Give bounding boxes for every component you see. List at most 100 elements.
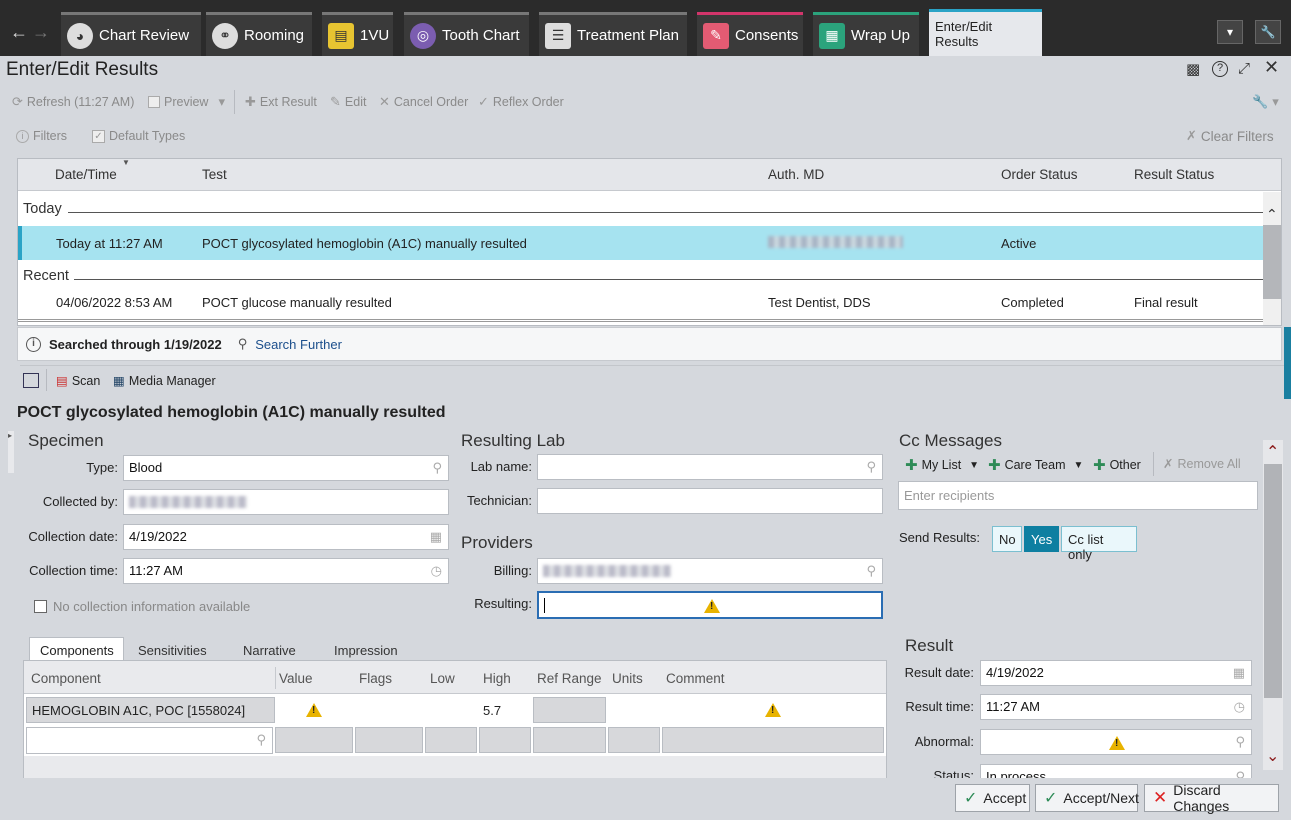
side-panel-handle[interactable] [1284,327,1291,399]
accept-next-button[interactable]: ✓ Accept/Next [1035,784,1139,812]
refresh-button[interactable]: ⟳ Refresh (11:27 AM) [12,94,134,110]
edit-button[interactable]: ✎ Edit [330,94,366,110]
tab-1vu[interactable]: ▤ 1VU [322,12,393,56]
sidebar-toggle-icon[interactable] [23,373,39,388]
tab-narrative[interactable]: Narrative [243,643,296,658]
col-date-time[interactable]: Date/Time [55,167,117,182]
clapperboard-icon[interactable]: ▩ [1186,60,1200,78]
discard-changes-button[interactable]: ✕ Discard Changes [1144,782,1279,814]
send-yes-button[interactable]: Yes [1024,526,1059,552]
billing-field[interactable]: ⚲ [537,558,883,584]
empty-cell[interactable] [425,727,477,753]
col-result-status[interactable]: Result Status [1134,167,1214,182]
search-icon[interactable]: ⚲ [256,732,266,748]
empty-cell[interactable] [533,727,606,753]
tab-wrap-up[interactable]: ▦ Wrap Up [813,12,919,56]
component-name-cell[interactable]: HEMOGLOBIN A1C, POC [1558024] [26,697,275,723]
recipients-input[interactable]: Enter recipients [898,481,1258,510]
tab-tooth-chart[interactable]: ◎ Tooth Chart [404,12,529,56]
tab-impression[interactable]: Impression [334,643,398,658]
resulting-field[interactable] [537,591,883,619]
clock-icon[interactable]: ◷ [431,563,442,579]
discard-changes-label: Discard Changes [1173,782,1230,814]
result-header: Result [905,636,954,655]
tab-enter-edit-results[interactable]: Enter/Edit Results [929,9,1042,56]
empty-cell[interactable] [662,727,884,753]
calendar-icon[interactable]: ▦ [430,529,442,545]
tab-rooming[interactable]: ⚭ Rooming [206,12,312,56]
col-order-status[interactable]: Order Status [1001,167,1078,182]
empty-cell[interactable] [275,727,353,753]
warning-icon [704,599,720,616]
collection-time-field[interactable]: 11:27 AM ◷ [123,558,449,584]
new-component-input[interactable]: ⚲ [26,727,273,754]
preview-button[interactable]: Preview ▾ [148,94,225,110]
remove-all-button[interactable]: ✗ Remove All [1163,456,1241,472]
col-test[interactable]: Test [202,167,227,182]
chevron-up-icon[interactable]: ⌃ [1266,206,1278,223]
collected-by-field[interactable] [123,489,449,515]
accept-button[interactable]: ✓ Accept [955,784,1030,812]
ext-result-button[interactable]: ✚ Ext Result [245,94,317,110]
default-types-toggle[interactable]: ✓ Default Types [92,129,185,143]
send-no-button[interactable]: No [992,526,1022,552]
collection-date-field[interactable]: 4/19/2022 ▦ [123,524,449,550]
search-icon[interactable]: ⚲ [432,460,442,476]
grid-scrollbar[interactable]: ⌃ [1263,192,1281,325]
detail-scrollbar[interactable]: ⌃ ⌄ [1263,440,1283,770]
toolbar-settings-button[interactable]: 🔧 ▾ [1252,94,1279,110]
col-low: Low [430,671,455,686]
table-row[interactable]: Today at 11:27 AM POCT glycosylated hemo… [18,226,1263,260]
scrollbar-thumb[interactable] [1264,464,1282,698]
expand-icon[interactable]: ⤢ [1238,60,1250,77]
ref-range-cell[interactable] [533,697,606,723]
wrench-icon[interactable]: 🔧 [1255,20,1281,44]
empty-cell[interactable] [355,727,423,753]
reflex-order-button[interactable]: ✓ Reflex Order [478,94,564,110]
high-value-cell[interactable]: 5.7 [483,703,501,718]
result-time-field[interactable]: 11:27 AM ◷ [980,694,1252,720]
chevron-up-icon[interactable]: ⌃ [1266,442,1279,462]
send-cc-only-button[interactable]: Cc list only [1061,526,1137,562]
col-flags: Flags [359,671,393,686]
scan-button[interactable]: ▤ Scan [56,373,100,389]
abnormal-field[interactable]: ⚲ [980,729,1252,755]
search-icon[interactable]: ⚲ [866,563,876,579]
tab-consents[interactable]: ✎ Consents [697,12,803,56]
col-auth-md[interactable]: Auth. MD [768,167,824,182]
row-order-status: Active [1001,236,1037,251]
help-icon[interactable]: ? [1212,61,1228,77]
search-icon[interactable]: ⚲ [866,459,876,475]
table-row[interactable]: 04/06/2022 8:53 AM POCT glucose manually… [18,285,1263,319]
technician-field[interactable] [537,488,883,514]
media-manager-button[interactable]: ▦ Media Manager [113,373,216,389]
search-icon[interactable]: ⚲ [1235,734,1245,750]
clear-filters-button[interactable]: ✗ Clear Filters [1186,128,1274,144]
close-icon[interactable]: ✕ [1264,57,1279,78]
care-team-button[interactable]: ✚ Care Team ▼ [988,456,1083,474]
empty-cell[interactable] [479,727,531,753]
back-arrow-icon[interactable]: ← [8,18,30,46]
tab-chart-review[interactable]: ◕ Chart Review [61,12,201,56]
other-button[interactable]: ✚ Other [1093,456,1141,474]
col-component: Component [31,671,101,686]
tab-treatment-plan[interactable]: ☰ Treatment Plan [539,12,687,56]
calendar-icon[interactable]: ▦ [1233,665,1245,681]
cancel-order-button[interactable]: ✕ Cancel Order [379,94,468,110]
scrollbar-thumb[interactable] [1263,225,1281,299]
no-collection-info-checkbox[interactable]: No collection information available [34,599,250,614]
tab-components[interactable]: Components [29,637,124,661]
collapse-handle[interactable]: ▸ [8,431,14,473]
forward-arrow-icon[interactable]: → [30,18,52,46]
filters-button[interactable]: i Filters [16,129,67,143]
type-field[interactable]: Blood ⚲ [123,455,449,481]
lab-name-field[interactable]: ⚲ [537,454,883,480]
chevron-down-icon[interactable]: ⌄ [1266,746,1279,766]
tab-sensitivities[interactable]: Sensitivities [138,643,207,658]
empty-cell[interactable] [608,727,660,753]
tab-menu-dropdown[interactable]: ▾ [1217,20,1243,44]
clock-icon[interactable]: ◷ [1234,699,1245,715]
result-date-field[interactable]: 4/19/2022 ▦ [980,660,1252,686]
my-list-button[interactable]: ✚ My List ▼ [905,456,979,474]
search-further-link[interactable]: Search Further [255,337,342,352]
